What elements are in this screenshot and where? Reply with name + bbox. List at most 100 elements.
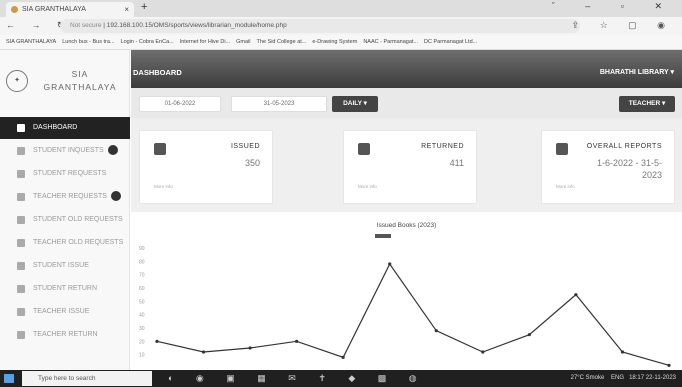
sidebar-item-student-old-requests[interactable]: STUDENT OLD REQUESTS: [0, 209, 130, 231]
bookmark-item[interactable]: Internet for Hive Di...: [180, 35, 230, 49]
data-point[interactable]: [388, 262, 392, 266]
y-tick-label: 30: [139, 326, 145, 332]
sidebar: ✦ SIA GRANTHALAYA DASHBOARD STUDENT INQUE…: [0, 50, 130, 370]
card-value: 411: [449, 158, 464, 168]
nav-icon: [17, 331, 25, 339]
return-icon: [358, 143, 370, 155]
sidebar-item-student-return[interactable]: STUDENT RETURN: [0, 278, 130, 300]
taskbar-search[interactable]: Type here to search: [22, 371, 152, 386]
sidebar-item-student-inquests[interactable]: STUDENT INQUESTS: [0, 140, 130, 162]
top-bar: DASHBOARD BHARATHI LIBRARY ▾: [131, 50, 682, 88]
nav-icon: [17, 147, 25, 155]
data-point[interactable]: [527, 333, 531, 337]
nav-icon: [17, 193, 25, 201]
card-value: 1-6-2022 - 31-5-2023: [596, 158, 662, 180]
y-tick-label: 90: [139, 246, 145, 252]
data-point[interactable]: [341, 355, 345, 359]
brand-name: SIA GRANTHALAYA: [34, 68, 126, 94]
bookmark-item[interactable]: SIA GRANTHALAYA: [6, 35, 56, 49]
language-text: ENG: [611, 375, 625, 381]
bookmarks-bar: SIA GRANTHALAYA Lunch bus - Bus tra... Log…: [0, 35, 682, 50]
data-point[interactable]: [620, 350, 625, 354]
notification-badge-icon: [107, 145, 118, 156]
data-point[interactable]: [155, 339, 159, 343]
bookmark-item[interactable]: The Sid College at...: [257, 35, 307, 49]
card-value: 350: [244, 158, 260, 168]
to-date-input[interactable]: 31-05-2023: [231, 96, 327, 112]
bookmark-item[interactable]: Lunch bus - Bus tra...: [62, 35, 114, 49]
role-dropdown[interactable]: TEACHER ▾: [619, 96, 675, 112]
more-info-link[interactable]: More info: [358, 184, 377, 189]
main-content: DASHBOARD BHARATHI LIBRARY ▾ 01-06-2022 …: [131, 50, 682, 370]
data-point[interactable]: [481, 350, 485, 354]
sidebar-item-dashboard[interactable]: DASHBOARD: [0, 117, 130, 139]
from-date-input[interactable]: 01-06-2022: [139, 96, 221, 112]
sidebar-item-student-requests[interactable]: STUDENT REQUESTS: [0, 163, 130, 185]
data-point[interactable]: [667, 363, 671, 367]
browser-tab-bar: SIA GRANTHALAYA × + ˇ – ▫ ✕: [0, 0, 682, 17]
returned-card[interactable]: RETURNED 411 More info: [343, 130, 477, 204]
sidebar-item-teacher-old-requests[interactable]: TEACHER OLD REQUESTS: [0, 232, 130, 254]
url-field[interactable]: Not secure | 192.168.100.15/OMS/sports/v…: [60, 19, 580, 33]
url-text: 192.168.100.15/OMS/sports/views/libraria…: [106, 22, 287, 29]
bookmark-item[interactable]: Gmail: [236, 35, 250, 49]
sidebar-item-student-issue[interactable]: STUDENT ISSUE: [0, 255, 130, 277]
not-secure-label: Not secure: [70, 22, 102, 29]
data-point[interactable]: [434, 329, 438, 333]
taskbar-app-icons[interactable]: ◐ ◉ ▣ ▦ ✉ ✝ ◆ ▩ ◍: [168, 373, 427, 384]
browser-tab[interactable]: SIA GRANTHALAYA ×: [6, 2, 134, 17]
more-info-link[interactable]: More info: [556, 184, 575, 189]
weather-text: 27°C Smoke: [570, 375, 605, 381]
taskbar: Type here to search ◐ ◉ ▣ ▦ ✉ ✝ ◆ ▩ ◍ 27…: [0, 370, 682, 387]
notification-badge-icon: [110, 191, 121, 202]
window-controls[interactable]: ˇ – ▫ ✕: [552, 1, 676, 12]
nav-icon: [17, 216, 25, 224]
data-point[interactable]: [574, 293, 578, 297]
sidebar-item-label: STUDENT REQUESTS: [33, 170, 107, 177]
y-tick-label: 70: [139, 273, 145, 279]
new-tab-button[interactable]: +: [141, 1, 147, 13]
book-icon: [154, 143, 166, 155]
y-tick-label: 80: [139, 259, 145, 265]
issued-card[interactable]: ISSUED 350 More info: [139, 130, 273, 204]
more-info-link[interactable]: More info: [154, 184, 173, 189]
brand-line-2: GRANTHALAYA: [43, 82, 117, 92]
card-label: RETURNED: [421, 143, 464, 150]
sidebar-item-label: TEACHER OLD REQUESTS: [33, 239, 124, 246]
report-icon: [556, 143, 568, 155]
overall-reports-card[interactable]: OVERALL REPORTS 1-6-2022 - 31-5-2023 Mor…: [541, 130, 675, 204]
sidebar-item-teacher-requests[interactable]: TEACHER REQUESTS: [0, 186, 130, 208]
sidebar-item-teacher-issue[interactable]: TEACHER ISSUE: [0, 301, 130, 323]
series-line: [156, 262, 670, 366]
y-tick-label: 20: [139, 339, 145, 345]
period-dropdown[interactable]: DAILY ▾: [332, 96, 378, 112]
clock-time: 18:17: [629, 375, 645, 381]
bookmark-item[interactable]: NAAC - Parmanagat...: [363, 35, 418, 49]
nav-icon: [17, 239, 25, 247]
data-point[interactable]: [248, 346, 252, 350]
bookmark-item[interactable]: e-Drawing System: [312, 35, 357, 49]
bookmark-item[interactable]: Login - Cobra EnCa...: [121, 35, 174, 49]
sidebar-item-teacher-return[interactable]: TEACHER RETURN: [0, 324, 130, 346]
nav-icon: [17, 124, 25, 132]
card-label: ISSUED: [230, 143, 260, 150]
close-tab-icon[interactable]: ×: [124, 2, 129, 17]
card-label: OVERALL REPORTS: [586, 143, 662, 150]
data-point[interactable]: [295, 339, 299, 343]
y-tick-label: 50: [139, 299, 145, 305]
system-tray[interactable]: 27°C Smoke ENG 18:17 22-11-2023: [571, 370, 676, 387]
user-menu[interactable]: BHARATHI LIBRARY ▾: [600, 68, 674, 76]
tab-title: SIA GRANTHALAYA: [22, 6, 86, 13]
bookmark-item[interactable]: DC Parmanagat Ltd...: [424, 35, 477, 49]
sidebar-item-label: STUDENT INQUESTS: [33, 147, 104, 154]
nav-icon: [17, 262, 25, 270]
seal-icon: ✦: [6, 70, 28, 92]
y-tick-label: 60: [139, 286, 145, 292]
issued-books-chart: Issued Books (2023) 10 20 30 40 50 60 70 80 90: [131, 212, 682, 370]
sidebar-item-label: STUDENT OLD REQUESTS: [33, 216, 123, 223]
address-bar-icons[interactable]: ⇪ ☆ ▢ ◉: [572, 20, 674, 31]
address-bar-row: ← → ↻ Not secure | 192.168.100.15/OMS/sp…: [0, 17, 682, 35]
windows-start-icon[interactable]: [4, 374, 14, 383]
y-tick-label: 10: [139, 353, 145, 359]
data-point[interactable]: [201, 350, 206, 354]
